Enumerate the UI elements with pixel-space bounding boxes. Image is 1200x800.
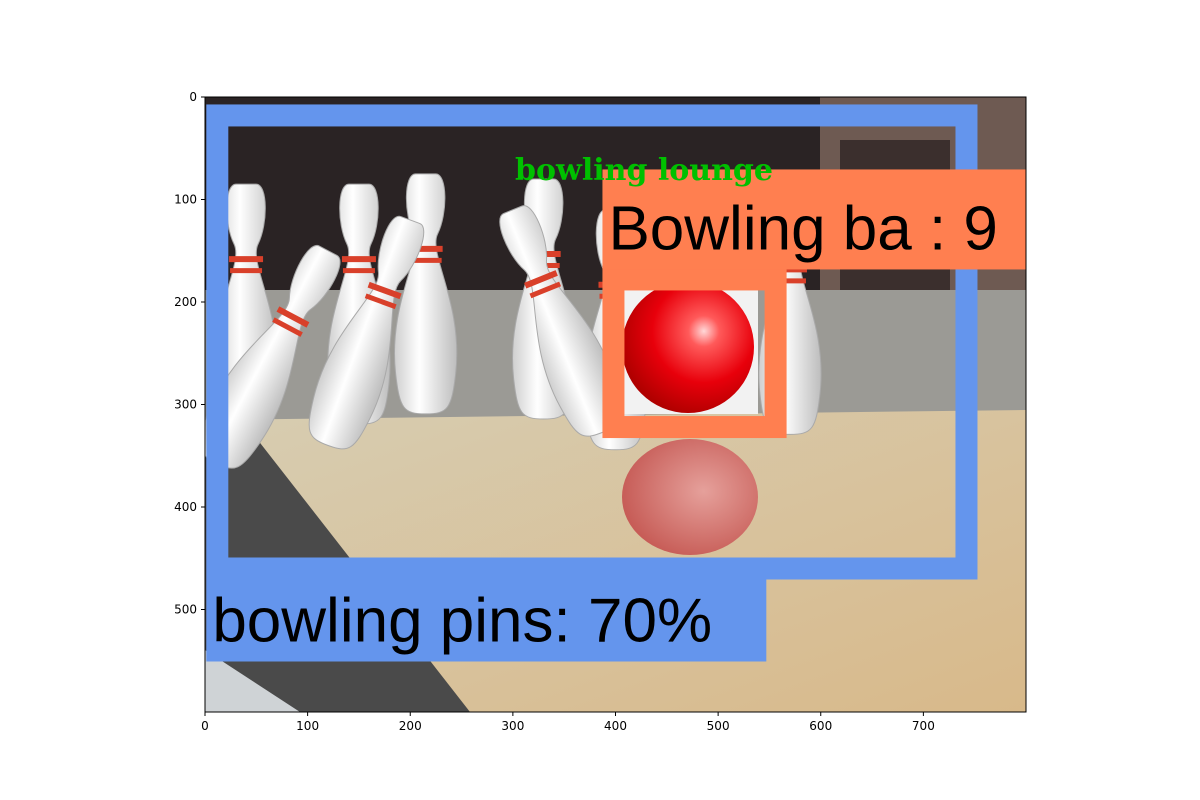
y-tick-label: 200 [174,295,197,309]
pin-stripe [230,268,263,274]
y-axis-ticks: 0 100 200 300 400 500 [174,90,205,617]
x-tick-label: 500 [707,719,730,733]
pin-stripe [342,268,375,274]
x-tick-label: 400 [604,719,627,733]
x-tick-label: 300 [501,719,524,733]
x-tick-label: 0 [201,719,209,733]
bowling-ball [622,281,754,413]
ball-reflection [622,439,758,555]
x-tick-label: 700 [912,719,935,733]
x-axis-ticks: 0 100 200 300 400 500 600 700 [201,712,935,733]
y-tick-label: 400 [174,500,197,514]
x-tick-label: 100 [296,719,319,733]
annotated-figure: bowling pins: 70% Bowling ba : 9 bowling … [174,90,1027,733]
pin-stripe [229,256,264,263]
pin-stripe [341,256,376,263]
y-tick-label: 0 [189,90,197,104]
x-tick-label: 200 [399,719,422,733]
y-tick-label: 100 [174,193,197,207]
scene-label: bowling lounge [515,153,773,188]
y-tick-label: 500 [174,603,197,617]
y-tick-label: 300 [174,398,197,412]
x-tick-label: 600 [809,719,832,733]
detection-label: Bowling ba : 9 [608,194,997,263]
detection-label: bowling pins: 70% [212,587,712,656]
